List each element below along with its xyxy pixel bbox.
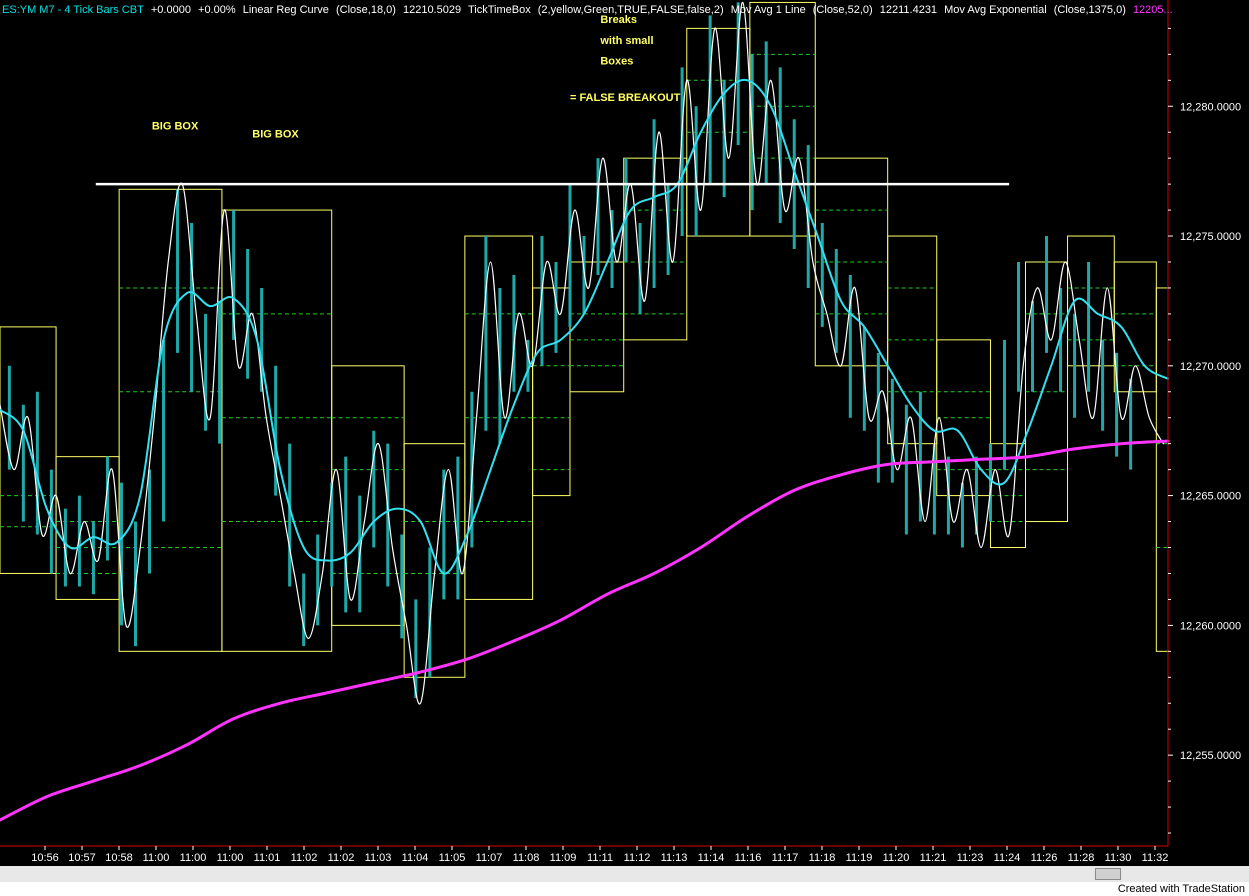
x-tick-label-5: 11:00 (180, 852, 207, 864)
x-tick-label-26: 11:23 (957, 852, 984, 864)
sma-value: 12211.4231 (879, 4, 938, 16)
annotation-6: = FALSE BREAKOUT (570, 92, 681, 104)
credit-label: Created with TradeStation (1117, 883, 1245, 895)
y-tick-label-6: 12,255.0000 (1180, 750, 1241, 762)
ema-line (0, 439, 1170, 822)
x-tick-label-21: 11:17 (772, 852, 799, 864)
x-tick-label-13: 11:07 (476, 852, 503, 864)
chart-window: BIG BOX BIG BOX Breaks with small Boxes = FAL… (0, 0, 1249, 896)
linreg-value: 12210.5029 (402, 4, 462, 16)
annotation-2: BIG BOX (252, 128, 299, 140)
x-tick-label-28: 11:26 (1031, 852, 1058, 864)
annotation-5: Boxes (600, 56, 633, 68)
box-20 (1155, 287, 1169, 652)
time-axis: 10:56 10:57 10:58 11:00 11:00 11:00 11:01 11:02… (0, 845, 1169, 864)
x-tick-label-7: 11:01 (254, 852, 281, 864)
x-tick-label-23: 11:19 (846, 852, 873, 864)
ema-name: Mov Avg Exponential (944, 4, 1047, 16)
x-tick-label-31: 11:32 (1142, 852, 1169, 864)
x-tick-label-29: 11:28 (1068, 852, 1095, 864)
ticktimebox-params: (2,yellow,Green,TRUE,FALSE,false,2) (537, 4, 724, 16)
y-tick-label-5: 12,260.0000 (1180, 620, 1241, 632)
x-tick-label-8: 11:02 (291, 852, 318, 864)
box-8 (532, 287, 571, 497)
y-tick-label-3: 12,270.0000 (1180, 361, 1241, 373)
y-tick-label-4: 12,265.0000 (1180, 491, 1241, 503)
scrollbar-thumb[interactable] (1095, 868, 1121, 880)
bottom-bar (0, 882, 1249, 896)
x-tick-label-30: 11:30 (1105, 852, 1132, 864)
annotations: BIG BOXBIG BOXBreakswith smallBoxes= FAL… (152, 14, 681, 140)
ticktimebox-name: TickTimeBox (467, 4, 531, 16)
x-tick-label-27: 11:24 (994, 852, 1021, 864)
x-tick-label-11: 11:04 (402, 852, 429, 864)
x-tick-label-1: 10:56 (31, 852, 59, 864)
annotation-1: BIG BOX (152, 121, 199, 133)
linreg-params: (Close,18,0) (335, 4, 396, 16)
box-9 (569, 261, 625, 393)
x-tick-label-18: 11:13 (661, 852, 688, 864)
ema-params: (Close,1375,0) (1053, 4, 1126, 16)
x-tick-label-22: 11:18 (809, 852, 836, 864)
x-tick-label-6: 11:00 (217, 852, 244, 864)
change-pct: +0.00% (198, 4, 236, 16)
x-tick-label-9: 11:02 (328, 852, 355, 864)
chart-canvas[interactable]: BIG BOXBIG BOXBreakswith smallBoxes= FAL… (0, 0, 1249, 896)
x-tick-label-24: 11:20 (883, 852, 910, 864)
annotation-4: with small (599, 35, 653, 47)
horizontal-scrollbar[interactable] (0, 866, 1249, 882)
x-tick-label-10: 11:03 (365, 852, 392, 864)
x-tick-label-16: 11:11 (587, 852, 613, 864)
y-tick-label-1: 12,280.0000 (1180, 101, 1241, 113)
x-tick-label-15: 11:09 (550, 852, 577, 864)
symbol-label: ES:YM M7 - 4 Tick Bars CBT (2, 4, 144, 16)
linreg-line (0, 1, 1164, 705)
price-axis: 12,280.0000 12,275.0000 12,270.0000 12,265.… (1167, 0, 1241, 846)
x-tick-label-25: 11:21 (920, 852, 947, 864)
x-tick-label-4: 11:00 (143, 852, 170, 864)
x-tick-label-20: 11:16 (735, 852, 762, 864)
x-tick-label-3: 10:58 (105, 852, 133, 864)
x-tick-label-19: 11:14 (698, 852, 725, 864)
x-tick-label-14: 11:08 (513, 852, 540, 864)
linreg-name: Linear Reg Curve (242, 4, 329, 16)
sma-line (0, 78, 1169, 575)
sma-params: (Close,52,0) (812, 4, 873, 16)
x-tick-label-12: 11:05 (439, 852, 466, 864)
y-tick-label-2: 12,275.0000 (1180, 231, 1241, 243)
x-tick-label-2: 10:57 (68, 852, 96, 864)
ema-value: 12205... (1132, 4, 1173, 16)
sma-name: Mov Avg 1 Line (730, 4, 806, 16)
x-tick-label-17: 11:12 (624, 852, 651, 864)
status-line: ES:YM M7 - 4 Tick Bars CBT +0.0000 +0.00… (2, 2, 1177, 18)
change-value: +0.0000 (150, 4, 191, 16)
